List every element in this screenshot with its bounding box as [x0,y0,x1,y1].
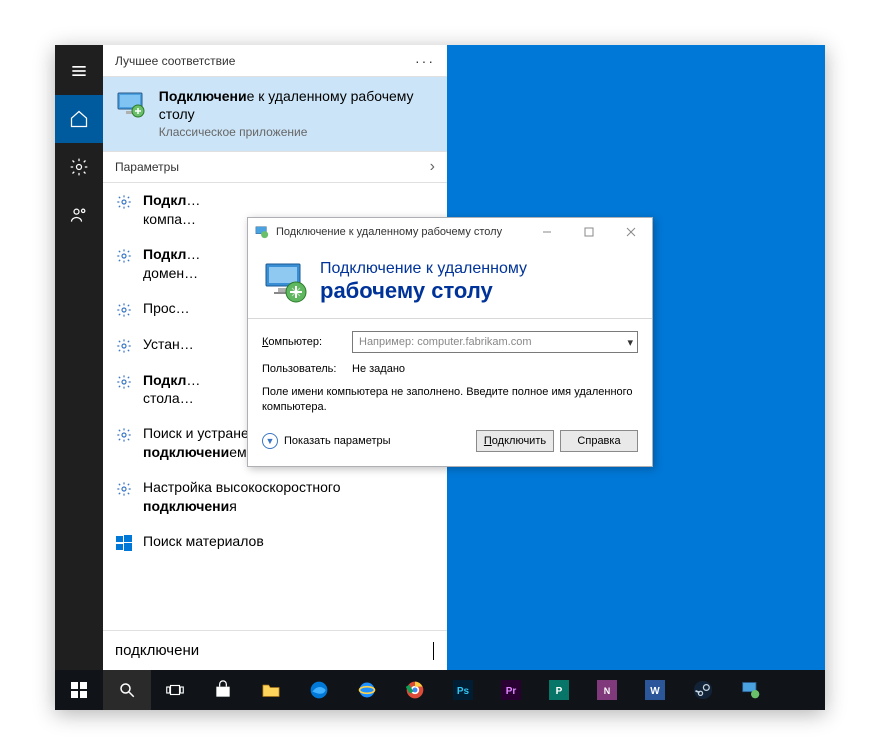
rdp-window-icon [254,224,270,240]
rdp-title-text: Подключение к удаленному рабочему столу [276,226,526,238]
minimize-button[interactable] [526,218,568,246]
rdp-banner-line2: рабочему столу [320,278,527,304]
best-match-subtitle: Классическое приложение [159,125,435,141]
search-input[interactable] [115,642,435,659]
close-button[interactable] [610,218,652,246]
windows-icon [115,534,133,552]
expand-down-icon: ▼ [262,433,278,449]
rdp-titlebar[interactable]: Подключение к удаленному рабочему столу [248,218,652,246]
chevron-right-icon: › [430,158,435,176]
explorer-icon[interactable] [247,670,295,710]
store-icon[interactable] [199,670,247,710]
publisher-icon[interactable]: P [535,670,583,710]
rdp-banner-line1: Подключение к удаленному [320,259,527,278]
rdp-window: Подключение к удаленному рабочему столу [247,217,653,467]
taskbar: Ps Pr P N W [55,670,825,710]
svg-text:Ps: Ps [457,686,470,697]
gear-icon [115,426,133,444]
show-options-link[interactable]: ▼ Показать параметры [262,433,391,449]
chrome-icon[interactable] [391,670,439,710]
result-label: Настройка высокоскоростного подключения [143,478,435,516]
premiere-icon[interactable]: Pr [487,670,535,710]
computer-label: Компьютер: [262,336,344,348]
more-icon[interactable]: ··· [415,53,435,69]
ie-icon[interactable] [343,670,391,710]
edge-icon[interactable] [295,670,343,710]
settings-section-header[interactable]: Параметры › [103,151,447,183]
menu-icon[interactable] [55,47,103,95]
rdp-banner: Подключение к удаленному рабочему столу [248,246,652,319]
people-icon[interactable] [55,191,103,239]
rdp-app-icon [115,87,149,123]
steam-icon[interactable] [679,670,727,710]
photoshop-icon[interactable]: Ps [439,670,487,710]
settings-section-label: Параметры [115,160,179,174]
svg-text:P: P [556,686,563,697]
gear-icon [115,480,133,498]
onenote-icon[interactable]: N [583,670,631,710]
user-value: Не задано [352,363,405,375]
connect-button[interactable]: Подключить [476,430,554,452]
search-button[interactable] [103,670,151,710]
result-label: Поиск материалов [143,532,435,551]
svg-text:W: W [650,686,660,697]
gear-icon [115,373,133,391]
rdp-hint-text: Поле имени компьютера не заполнено. Введ… [262,385,638,416]
result-item[interactable]: Настройка высокоскоростного подключения [103,470,447,524]
home-icon[interactable] [55,95,103,143]
start-button[interactable] [55,670,103,710]
result-item[interactable]: Поиск материалов [103,524,447,560]
maximize-button[interactable] [568,218,610,246]
gear-icon [115,337,133,355]
chevron-down-icon: ▾ [627,336,633,349]
best-match-result[interactable]: Подключение к удаленному рабочему столу … [103,77,447,151]
start-sidebar [55,45,103,670]
gear-icon [115,301,133,319]
rdp-banner-icon [262,258,310,306]
svg-text:Pr: Pr [506,686,517,697]
computer-combobox[interactable]: Например: computer.fabrikam.com ▾ [352,331,638,353]
help-button[interactable]: Справка [560,430,638,452]
best-match-title: Подключение к удаленному рабочему столу [159,87,435,123]
taskview-button[interactable] [151,670,199,710]
best-match-header: Лучшее соответствие ··· [103,45,447,77]
gear-icon [115,247,133,265]
text-caret [433,642,434,660]
word-icon[interactable]: W [631,670,679,710]
computer-placeholder: Например: computer.fabrikam.com [359,336,532,348]
best-match-label: Лучшее соответствие [115,54,235,68]
show-options-label: Показать параметры [284,435,391,447]
svg-text:N: N [604,686,611,696]
rdp-taskbar-icon[interactable] [727,670,775,710]
gear-icon [115,193,133,211]
search-row [103,630,447,670]
gear-icon[interactable] [55,143,103,191]
user-label: Пользователь: [262,363,344,375]
